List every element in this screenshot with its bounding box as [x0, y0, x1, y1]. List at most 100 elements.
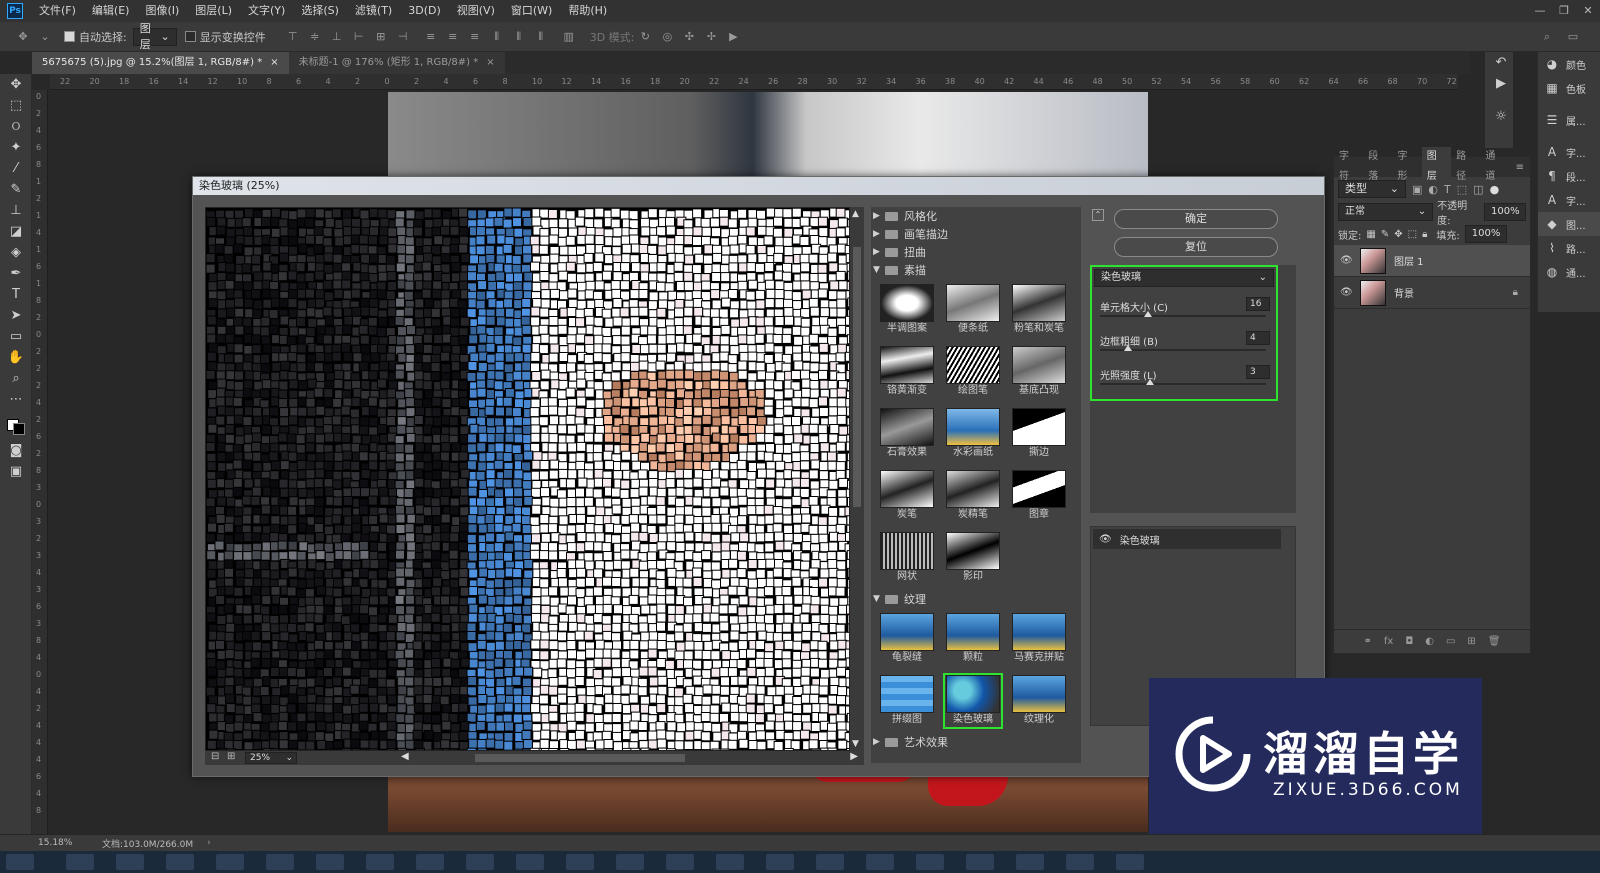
orbit-3d-icon[interactable]: ↻: [638, 30, 652, 43]
filter-pixel-icon[interactable]: ▣: [1412, 183, 1422, 196]
filter-texturizer[interactable]: 纹理化: [1009, 673, 1069, 729]
panel-paths[interactable]: ⌇ 路...: [1538, 236, 1600, 260]
align-right-icon[interactable]: ⊣: [396, 30, 410, 43]
taskbar-app-button[interactable]: [366, 854, 394, 870]
filter-plaster[interactable]: 石膏效果: [877, 406, 937, 462]
visibility-eye-icon[interactable]: 👁︎: [1099, 534, 1112, 545]
pen-tool-icon[interactable]: ✒: [0, 263, 32, 284]
filter-conte-crayon[interactable]: 炭精笔: [943, 468, 1003, 524]
close-button[interactable]: ✕: [1576, 0, 1600, 22]
reset-button[interactable]: 复位: [1114, 237, 1278, 257]
eyedropper-icon[interactable]: ⁄: [0, 158, 32, 179]
filter-photocopy[interactable]: 影印: [943, 530, 1003, 586]
param-value-field[interactable]: 16: [1246, 297, 1270, 311]
taskbar-app-button[interactable]: [1066, 854, 1094, 870]
filter-charcoal[interactable]: 炭笔: [877, 468, 937, 524]
panel-layers[interactable]: ◆ 图...: [1538, 212, 1600, 236]
show-transform-checkbox[interactable]: [184, 31, 196, 42]
taskbar-app-button[interactable]: [766, 854, 794, 870]
more-tools-icon[interactable]: ⋯: [0, 389, 32, 410]
auto-select-dropdown[interactable]: 图层 ⌄: [132, 22, 177, 51]
distribute-vcenter-icon[interactable]: ≡: [446, 30, 460, 43]
tab-channels[interactable]: 通道: [1480, 147, 1509, 187]
status-arrow-icon[interactable]: ›: [207, 838, 211, 848]
menu-edit[interactable]: 编辑(E): [84, 0, 138, 22]
menu-file[interactable]: 文件(F): [31, 0, 84, 22]
distribute-hcenter-icon[interactable]: ⦀: [512, 30, 526, 43]
scroll-thumb[interactable]: [853, 247, 861, 507]
taskbar-app-button[interactable]: [216, 854, 244, 870]
history-icon[interactable]: ↶: [1485, 52, 1517, 73]
align-hcenter-icon[interactable]: ⊞: [374, 30, 388, 43]
visibility-eye-icon[interactable]: 👁︎: [1340, 255, 1354, 266]
distribute-left-icon[interactable]: ⦀: [490, 30, 504, 43]
filter-note-paper[interactable]: 便条纸: [943, 282, 1003, 338]
filter-chalk-charcoal[interactable]: 粉笔和炭笔: [1009, 282, 1069, 338]
ok-button[interactable]: 确定: [1114, 209, 1278, 229]
menu-image[interactable]: 图像(I): [137, 0, 187, 22]
layer-row[interactable]: 👁︎ 背景 🔒︎: [1334, 277, 1530, 309]
distribute-top-icon[interactable]: ≡: [424, 30, 438, 43]
align-left-icon[interactable]: ⊢: [352, 30, 366, 43]
close-tab-icon[interactable]: ×: [486, 57, 494, 68]
taskbar-app-button[interactable]: [516, 854, 544, 870]
screen-mode-icon[interactable]: ▣: [0, 461, 32, 482]
taskbar-app-button[interactable]: [6, 854, 34, 870]
path-select-icon[interactable]: ➤: [0, 305, 32, 326]
search-icon[interactable]: ⌕: [1540, 30, 1554, 43]
taskbar-app-button[interactable]: [666, 854, 694, 870]
filter-halftone[interactable]: 半调图案: [877, 282, 937, 338]
auto-align-icon[interactable]: ▥: [562, 30, 576, 43]
workspace-icon[interactable]: ▭: [1566, 30, 1580, 43]
fx-icon[interactable]: fx: [1384, 636, 1393, 647]
menu-view[interactable]: 视图(V): [449, 0, 503, 22]
category-brush-strokes[interactable]: ▶ 画笔描边: [871, 225, 1081, 243]
tab-document-1[interactable]: 5675675 (5).jpg @ 15.2%(图层 1, RGB/8#) * ×: [32, 52, 289, 74]
close-tab-icon[interactable]: ×: [270, 57, 278, 68]
taskbar-app-button[interactable]: [866, 854, 894, 870]
param-value-field[interactable]: 3: [1246, 365, 1270, 379]
scroll-right-icon[interactable]: ▶: [850, 751, 858, 762]
param-slider[interactable]: [1100, 345, 1266, 351]
filter-graphic-pen[interactable]: 绘图笔: [943, 344, 1003, 400]
magic-wand-icon[interactable]: ✦: [0, 137, 32, 158]
panel-properties[interactable]: ☰ 属...: [1538, 108, 1600, 132]
actions-icon[interactable]: ▶: [1485, 73, 1517, 94]
panel-paragraph[interactable]: ¶ 段...: [1538, 164, 1600, 188]
taskbar-app-button[interactable]: [716, 854, 744, 870]
filter-water-paper[interactable]: 水彩画纸: [943, 406, 1003, 462]
filter-stained-glass[interactable]: 染色玻璃: [943, 673, 1003, 729]
type-tool-icon[interactable]: T: [0, 284, 32, 305]
zoom-level-dropdown[interactable]: 25% ⌄: [245, 752, 297, 764]
slider-knob[interactable]: [1124, 345, 1133, 351]
panel-channels[interactable]: ◍ 通...: [1538, 260, 1600, 284]
filter-preview[interactable]: [205, 207, 850, 751]
tab-paths[interactable]: 路径: [1451, 147, 1480, 187]
menu-help[interactable]: 帮助(H): [560, 0, 615, 22]
opacity-field[interactable]: 100%: [1484, 203, 1526, 221]
layer-row[interactable]: 👁︎ 图层 1: [1334, 245, 1530, 277]
panel-character[interactable]: A 字...: [1538, 140, 1600, 164]
category-texture[interactable]: ▼ 纹理: [871, 590, 1081, 608]
lock-all-icon[interactable]: 🔒︎: [1422, 229, 1427, 240]
rectangle-tool-icon[interactable]: ▭: [0, 326, 32, 347]
filter-reticulation[interactable]: 网状: [877, 530, 937, 586]
visibility-eye-icon[interactable]: 👁︎: [1340, 287, 1354, 298]
zoom-out-icon[interactable]: ⊟: [211, 751, 219, 762]
taskbar-app-button[interactable]: [466, 854, 494, 870]
menu-filter[interactable]: 滤镜(T): [347, 0, 400, 22]
add-mask-icon[interactable]: ◘: [1405, 636, 1413, 647]
tab-document-2[interactable]: 未标题-1 @ 176% (矩形 1, RGB/8#) * ×: [288, 52, 505, 74]
slider-knob[interactable]: [1144, 311, 1153, 317]
blend-mode-dropdown[interactable]: 正常 ⌄: [1338, 203, 1434, 221]
param-value-field[interactable]: 4: [1246, 331, 1270, 345]
filter-chrome[interactable]: 铬黄渐变: [877, 344, 937, 400]
taskbar-app-button[interactable]: [616, 854, 644, 870]
category-distort[interactable]: ▶ 扭曲: [871, 243, 1081, 261]
slide-3d-icon[interactable]: ✢: [704, 30, 718, 43]
eraser-tool-icon[interactable]: ◪: [0, 221, 32, 242]
filter-grain[interactable]: 颗粒: [943, 611, 1003, 667]
new-group-icon[interactable]: ▭: [1446, 636, 1455, 647]
param-slider[interactable]: [1100, 311, 1266, 317]
new-layer-icon[interactable]: ⊞: [1467, 636, 1475, 647]
